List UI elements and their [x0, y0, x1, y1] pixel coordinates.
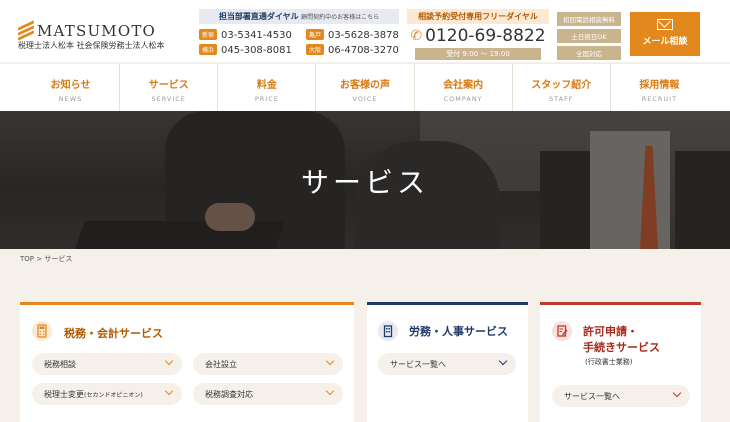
free-dial-hours: 受付 9:00 〜 19:00: [415, 48, 541, 60]
nav-sublabel: VOICE: [352, 95, 378, 103]
nav-sublabel: SERVICE: [151, 95, 186, 103]
service-button-accountant-change[interactable]: 税理士変更(セカンドオピニオン): [32, 383, 182, 405]
dial-label: 大阪: [306, 44, 325, 55]
direct-dial-box: 担当部署直通ダイヤル 顧問契約中のお客様はこちら: [199, 9, 399, 24]
service-label: サービス一覧へ: [390, 360, 446, 369]
service-label: 税務相談: [44, 360, 76, 369]
chevron-down-icon: [672, 388, 682, 398]
site-logo[interactable]: MATSUMOTO 税理士法人松本 社会保険労務士法人松本: [18, 19, 165, 50]
tag-nationwide: 全国対応: [557, 46, 621, 60]
card-permit-procedures: 許可申請・ 手続きサービス (行政書士業務) サービス一覧へ: [540, 302, 701, 422]
nav-label: 採用情報: [639, 80, 680, 91]
logo-mark-icon: [18, 19, 34, 41]
dial-number: 045-308-8081: [221, 45, 292, 56]
free-dial-title: 相談予約受付専用フリーダイヤル: [407, 9, 549, 24]
service-label: 会社設立: [205, 360, 237, 369]
nav-label: お知らせ: [50, 80, 91, 91]
page-title: サービス: [300, 166, 429, 199]
service-button-company-setup[interactable]: 会社設立: [193, 353, 343, 375]
tag-free-consult: 初回電話相談無料: [557, 12, 621, 26]
card-labor-hr: 労務・人事サービス サービス一覧へ: [367, 302, 528, 422]
nav-sublabel: STAFF: [549, 95, 574, 103]
dial-label: 新宿: [199, 29, 218, 40]
dial-row-shinjuku[interactable]: 新宿 03-5341-4530: [199, 29, 292, 41]
card-note: (行政書士業務): [585, 358, 633, 366]
chevron-down-icon: [164, 386, 174, 396]
mail-consult-label: メール相談: [642, 37, 688, 47]
dial-number: 03-5341-4530: [221, 30, 292, 41]
breadcrumb-current: サービス: [44, 255, 73, 263]
nav-item-recruit[interactable]: 採用情報 RECRUIT: [609, 64, 708, 111]
nav-label: 料金: [256, 80, 277, 91]
service-list-button-labor[interactable]: サービス一覧へ: [378, 353, 516, 375]
feature-tags: 初回電話相談無料 土日祝日OK 全国対応: [557, 12, 621, 63]
service-note: (セカンドオピニオン): [84, 392, 143, 399]
breadcrumb-home-link[interactable]: TOP: [20, 255, 34, 263]
chevron-down-icon: [498, 356, 508, 366]
logo-text: MATSUMOTO: [37, 21, 157, 40]
dial-row-osaka[interactable]: 大阪 06-4708-3270: [306, 44, 399, 56]
chevron-down-icon: [325, 356, 335, 366]
nav-sublabel: RECRUIT: [641, 95, 678, 103]
phone-icon: ✆: [410, 28, 423, 44]
service-list-button-permit[interactable]: サービス一覧へ: [552, 385, 690, 407]
nav-item-price[interactable]: 料金 PRICE: [217, 64, 315, 111]
service-button-tax-audit[interactable]: 税務調査対応: [193, 383, 343, 405]
card-title: 税務・会計サービス: [64, 327, 163, 340]
nav-label: スタッフ紹介: [531, 80, 592, 91]
dial-number: 06-4708-3270: [328, 45, 399, 56]
main-nav: お知らせ NEWS サービス SERVICE 料金 PRICE お客様の声 VO…: [0, 63, 730, 111]
nav-label: お客様の声: [339, 80, 390, 91]
nav-label: サービス: [148, 80, 189, 91]
service-label: 税理士変更: [44, 390, 84, 399]
direct-dial-header: 担当部署直通ダイヤル 顧問契約中のお客様はこちら: [199, 9, 399, 24]
nav-item-staff[interactable]: スタッフ紹介 STAFF: [511, 64, 610, 111]
calculator-icon: [32, 321, 52, 341]
free-dial-number: 0120-69-8822: [425, 26, 546, 46]
chevron-down-icon: [164, 356, 174, 366]
breadcrumb: TOP > サービス: [20, 254, 72, 264]
nav-sublabel: COMPANY: [443, 95, 483, 103]
card-title: 労務・人事サービス: [409, 325, 508, 338]
envelope-icon: [657, 19, 673, 30]
nav-item-company[interactable]: 会社案内 COMPANY: [413, 64, 512, 111]
mail-consult-button[interactable]: メール相談: [630, 12, 700, 56]
dial-row-yokohama[interactable]: 横浜 045-308-8081: [199, 44, 292, 56]
direct-dial-note: 顧問契約中のお客様はこちら: [301, 14, 380, 21]
building-icon: [378, 321, 398, 341]
card-title-line1: 許可申請・: [583, 325, 638, 338]
nav-label: 会社案内: [443, 80, 484, 91]
service-label: 税務調査対応: [205, 390, 253, 399]
site-header: MATSUMOTO 税理士法人松本 社会保険労務士法人松本 担当部署直通ダイヤル…: [0, 0, 730, 62]
dial-label: 亀戸: [306, 29, 325, 40]
free-dial-box[interactable]: 相談予約受付専用フリーダイヤル ✆ 0120-69-8822 受付 9:00 〜 …: [407, 9, 549, 60]
logo-subtitle: 税理士法人松本 社会保険労務士法人松本: [18, 41, 165, 50]
dial-label: 横浜: [199, 44, 218, 55]
dial-row-kameido[interactable]: 亀戸 03-5628-3878: [306, 29, 399, 41]
tag-weekend-ok: 土日祝日OK: [557, 29, 621, 43]
card-tax-accounting: 税務・会計サービス 税務相談 会社設立 税理士変更(セカンドオピニオン) 税務調…: [20, 302, 354, 422]
service-button-tax-consult[interactable]: 税務相談: [32, 353, 182, 375]
breadcrumb-separator: >: [36, 255, 43, 263]
nav-item-service[interactable]: サービス SERVICE: [119, 64, 217, 111]
service-label: サービス一覧へ: [564, 392, 620, 401]
nav-item-voice[interactable]: お客様の声 VOICE: [315, 64, 413, 111]
nav-sublabel: PRICE: [254, 95, 279, 103]
dial-number: 03-5628-3878: [328, 30, 399, 41]
hero-banner: サービス: [0, 111, 730, 249]
free-dial-number-row: ✆ 0120-69-8822: [407, 26, 549, 46]
direct-dial-title: 担当部署直通ダイヤル: [218, 12, 299, 21]
nav-sublabel: NEWS: [58, 95, 83, 103]
chevron-down-icon: [325, 386, 335, 396]
card-title-line2: 手続きサービス: [583, 341, 660, 354]
nav-item-news[interactable]: お知らせ NEWS: [22, 64, 119, 111]
document-edit-icon: [552, 321, 572, 341]
